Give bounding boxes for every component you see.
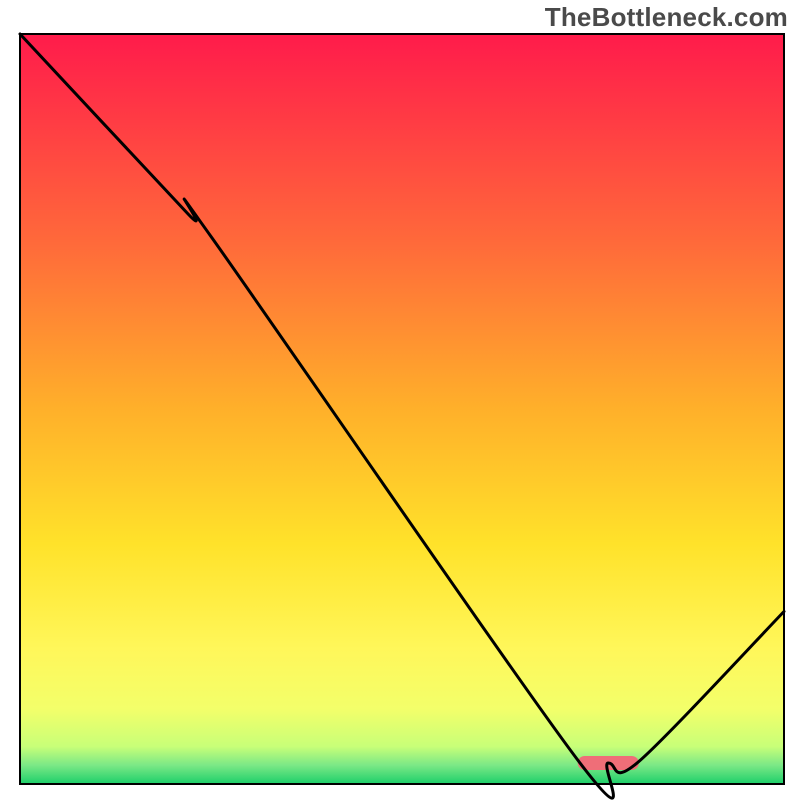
- bottleneck-chart: [0, 0, 800, 800]
- chart-container: { "watermark": "TheBottleneck.com", "cha…: [0, 0, 800, 800]
- plot-background: [20, 34, 784, 784]
